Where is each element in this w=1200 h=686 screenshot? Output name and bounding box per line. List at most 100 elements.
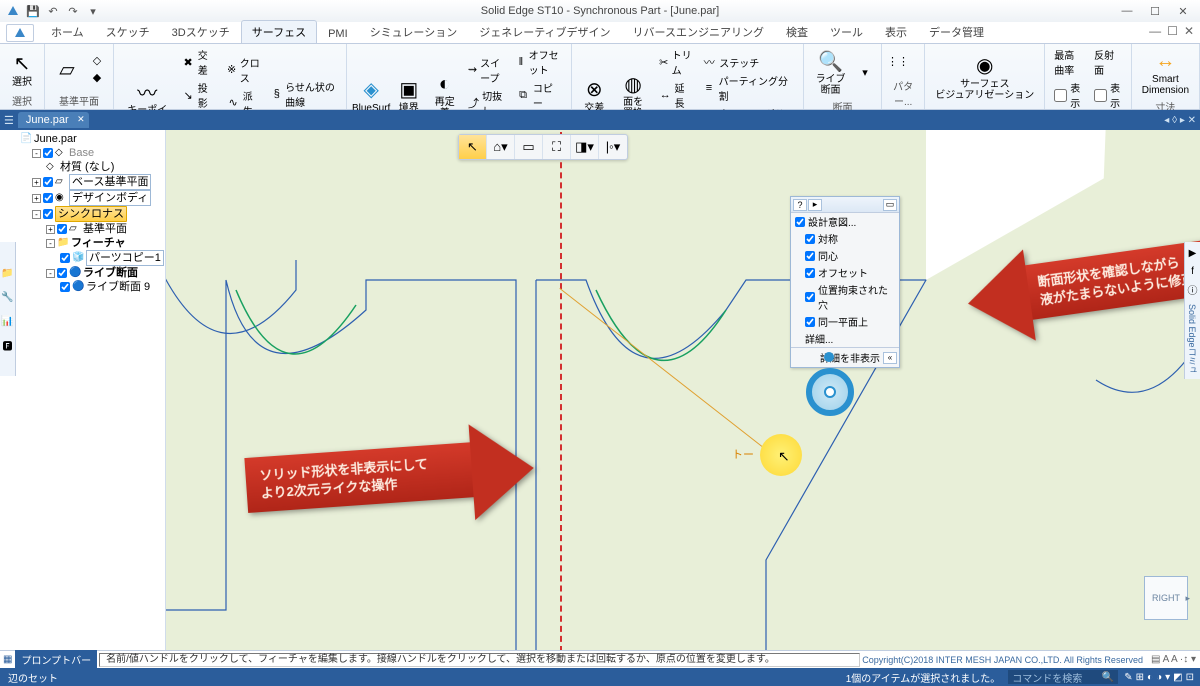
ictb-select-icon[interactable]: ↖: [459, 135, 487, 159]
di-row-concentric[interactable]: 同心: [791, 247, 899, 264]
minimize-button[interactable]: —: [1114, 3, 1140, 19]
ictb-window-icon[interactable]: ▭: [515, 135, 543, 159]
qat-save-icon[interactable]: 💾: [24, 2, 42, 20]
di-next-icon[interactable]: ▸: [808, 199, 822, 211]
ictb-view-icon[interactable]: ⌂▾: [487, 135, 515, 159]
di-row-coplanar[interactable]: 同一平面上: [791, 313, 899, 330]
mod-parting-split[interactable]: ≡パーティング分割: [699, 72, 797, 104]
mdi-close-icon[interactable]: ✕: [1184, 24, 1194, 38]
tab-reverse[interactable]: リバースエンジニアリング: [622, 20, 775, 43]
di-row-detail[interactable]: 詳細...: [791, 330, 899, 347]
di-title-row[interactable]: 設計意図...: [791, 213, 899, 230]
lside-icon-2[interactable]: 🔧: [1, 290, 14, 304]
di-help-icon[interactable]: ?: [793, 199, 807, 211]
tree-item[interactable]: -◇Base: [18, 146, 163, 160]
surf-visualization-button[interactable]: ◉サーフェス ビジュアリゼーション: [931, 46, 1038, 107]
mod-stitch[interactable]: 〰ステッチ: [699, 54, 797, 71]
rside-community-label[interactable]: Solid Edgeコミュ: [1186, 300, 1199, 375]
tree-item[interactable]: -📁フィーチャ: [18, 236, 163, 250]
promptbar-tools[interactable]: ▤ A A ·↕ ▾: [1147, 654, 1200, 665]
live-section-button[interactable]: 🔍ライブ断面: [810, 46, 851, 98]
tab-3dsketch[interactable]: 3Dスケッチ: [161, 20, 241, 43]
status-icon-3[interactable]: ◐: [1147, 672, 1153, 683]
di-row-symmetric[interactable]: 対称: [791, 230, 899, 247]
rside-fb-icon[interactable]: f: [1186, 264, 1199, 278]
curve-intersect[interactable]: ✖交差: [178, 46, 219, 78]
tab-data[interactable]: データ管理: [918, 20, 995, 43]
document-tab[interactable]: June.par✕: [18, 112, 89, 128]
tab-surface[interactable]: サーフェス: [241, 20, 317, 43]
surf-offset[interactable]: ‖オフセット: [513, 46, 565, 78]
tab-simulation[interactable]: シミュレーション: [359, 20, 469, 43]
section-opt[interactable]: ▾: [855, 64, 875, 80]
chk-reflect[interactable]: 反射面: [1091, 46, 1125, 78]
status-icon-7[interactable]: ⊡: [1186, 672, 1194, 683]
tree-root[interactable]: 📄June.par: [18, 132, 163, 146]
curve-project[interactable]: ↘投影: [178, 79, 219, 111]
status-icon-6[interactable]: ◩: [1173, 672, 1182, 683]
curve-cross[interactable]: ※クロス: [224, 54, 265, 86]
ictb-style-icon[interactable]: ◨▾: [571, 135, 599, 159]
di-up-icon[interactable]: «: [883, 352, 897, 364]
wheel-center[interactable]: [824, 386, 836, 398]
di-row-holes[interactable]: 位置拘束された穴: [791, 281, 899, 313]
tree-item[interactable]: -🔵ライブ断面: [18, 266, 163, 280]
status-icon-2[interactable]: ⊞: [1136, 672, 1144, 683]
qat-redo-icon[interactable]: ↷: [64, 2, 82, 20]
qat-undo-icon[interactable]: ↶: [44, 2, 62, 20]
plane-opt2[interactable]: ◆: [87, 70, 107, 86]
tree-item[interactable]: 🔵ライブ断面 9: [18, 280, 163, 294]
ictb-fit-icon[interactable]: ⛶: [543, 135, 571, 159]
curve-helix[interactable]: §らせん状の曲線: [269, 78, 341, 110]
graphics-canvas[interactable]: ↖ ⌂▾ ▭ ⛶ ◨▾ |◦▾ ?▸ ▭ 設計意図... 対称 同心 オフセット…: [166, 130, 1200, 650]
tab-sketch[interactable]: スケッチ: [95, 20, 161, 43]
plane-opt1[interactable]: ◇: [87, 53, 107, 69]
design-intent-panel[interactable]: ?▸ ▭ 設計意図... 対称 同心 オフセット 位置拘束された穴 同一平面上 …: [790, 196, 900, 368]
docstrip-nav[interactable]: ◂ ◊ ▸ ✕: [1164, 115, 1196, 126]
rside-info-icon[interactable]: ⓘ: [1186, 282, 1199, 296]
tab-pmi[interactable]: PMI: [317, 24, 359, 43]
view-cube[interactable]: RIGHT▸: [1144, 576, 1188, 620]
wheel-knob[interactable]: [824, 352, 834, 362]
tree-item[interactable]: ◇材質 (なし): [18, 160, 163, 174]
ictb-more-icon[interactable]: |◦▾: [599, 135, 627, 159]
di-row-offset[interactable]: オフセット: [791, 264, 899, 281]
rside-youtube-icon[interactable]: ▶: [1186, 246, 1199, 260]
status-icon-4[interactable]: ◑: [1156, 672, 1162, 683]
tree-item[interactable]: +◉デザインボディ: [18, 190, 163, 206]
plane-button[interactable]: ▱: [51, 46, 83, 92]
tab-tools[interactable]: ツール: [819, 20, 874, 43]
surf-sweep[interactable]: ⇝スイープ: [465, 54, 509, 86]
lside-icon-3[interactable]: 📊: [1, 314, 14, 328]
app-menu-button[interactable]: [4, 2, 22, 20]
mod-trim[interactable]: ✂トリム: [656, 46, 695, 78]
tree-item[interactable]: +▱基準平面: [18, 222, 163, 236]
tree-item[interactable]: +▱ベース基準平面: [18, 174, 163, 190]
qat-dropdown-icon[interactable]: ▾: [84, 2, 102, 20]
tree-item[interactable]: 🧊パーツコピー1: [18, 250, 163, 266]
lside-icon-4[interactable]: 🅵: [1, 338, 14, 352]
tab-inspect[interactable]: 検査: [775, 20, 819, 43]
command-search[interactable]: コマンドを検索🔍: [1008, 670, 1118, 684]
close-button[interactable]: ✕: [1170, 3, 1196, 19]
doc-tab-close-icon[interactable]: ✕: [77, 114, 85, 125]
pattern-btn[interactable]: ⋮⋮: [888, 54, 908, 70]
app-icon[interactable]: [6, 24, 34, 42]
status-icon-1[interactable]: ✎: [1124, 672, 1132, 683]
smart-dimension-button[interactable]: ↔Smart Dimension: [1138, 46, 1193, 98]
surf-copy[interactable]: ⧉コピー: [513, 79, 565, 111]
pathfinder-tree[interactable]: 📄June.par -◇Base ◇材質 (なし) +▱ベース基準平面 +◉デザ…: [16, 130, 166, 650]
tab-view[interactable]: 表示: [874, 20, 918, 43]
maximize-button[interactable]: ☐: [1142, 3, 1168, 19]
steering-wheel[interactable]: [798, 360, 862, 424]
lside-icon-1[interactable]: 📁: [1, 266, 14, 280]
chk-disp1[interactable]: 表示: [1051, 79, 1087, 111]
tab-generative[interactable]: ジェネレーティブデザイン: [468, 20, 621, 43]
chk-curvature[interactable]: 最高曲率: [1051, 46, 1087, 78]
di-collapse-icon[interactable]: ▭: [883, 199, 897, 211]
tab-home[interactable]: ホーム: [40, 20, 95, 43]
select-button[interactable]: ↖選択: [6, 46, 38, 92]
tree-item-selected[interactable]: -シンクロナス: [18, 206, 163, 222]
mdi-minimize-icon[interactable]: —: [1149, 24, 1161, 38]
status-icon-5[interactable]: ▾: [1165, 672, 1170, 683]
